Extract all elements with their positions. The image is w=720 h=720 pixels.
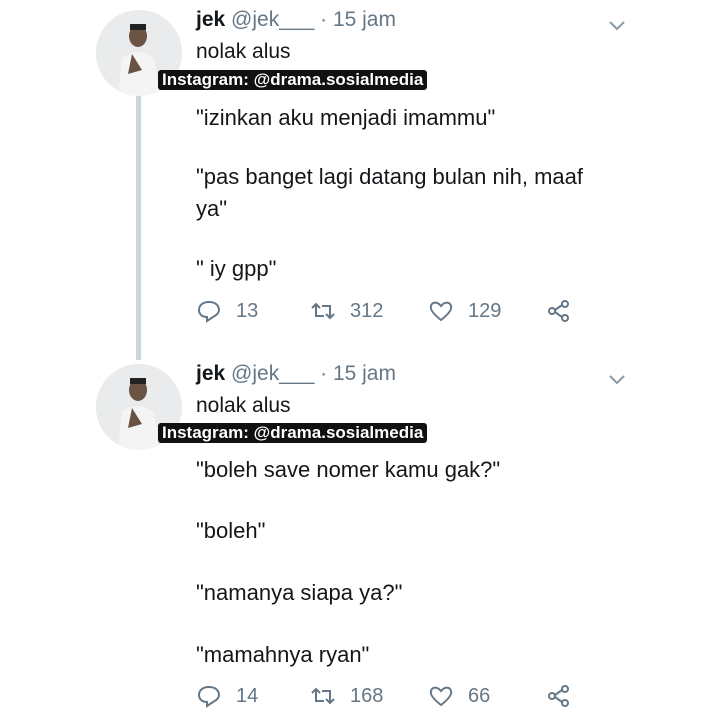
tweet-text-line: "mamahnya ryan" [196, 642, 370, 667]
reply-count: 14 [236, 684, 259, 707]
like-count: 129 [468, 299, 502, 322]
author-name[interactable]: jek [196, 8, 225, 31]
timestamp[interactable]: 15 jam [333, 8, 396, 31]
reply-count: 13 [236, 299, 259, 322]
watermark: Instagram: @drama.sosialmedia [158, 423, 428, 443]
tweet-header: jek @jek___ · 15 jam [196, 8, 396, 32]
tweet-text-line: "pas banget lagi datang bulan nih, maaf [196, 164, 583, 189]
author-handle[interactable]: @jek___ [231, 8, 314, 31]
tweet-subtitle: nolak alus [196, 394, 291, 417]
retweet-count: 312 [350, 299, 384, 322]
separator-dot: · [320, 362, 328, 385]
author-handle[interactable]: @jek___ [231, 362, 314, 385]
tweet-actions: 13 312 129 [196, 298, 586, 328]
share-icon [548, 300, 569, 322]
tweet-subtitle: nolak alus [196, 40, 291, 63]
thread-line [136, 92, 141, 360]
chevron-down-icon[interactable] [606, 368, 628, 390]
tweet-text-line: " iy gpp" [196, 256, 277, 281]
share-icon [548, 685, 569, 707]
retweet-button[interactable]: 312 [310, 298, 383, 324]
reply-icon [197, 685, 221, 708]
retweet-button[interactable]: 168 [310, 683, 383, 709]
chevron-down-icon[interactable] [606, 14, 628, 36]
like-count: 66 [468, 684, 491, 707]
author-name[interactable]: jek [196, 362, 225, 385]
share-button[interactable] [546, 683, 586, 709]
reply-button[interactable]: 14 [196, 683, 258, 709]
like-button[interactable]: 129 [428, 298, 501, 324]
tweet-1: jek @jek___ · 15 jam nolak alus Instagra… [0, 0, 720, 360]
retweet-count: 168 [350, 684, 384, 707]
tweet-text-line: "namanya siapa ya?" [196, 580, 403, 605]
watermark: Instagram: @drama.sosialmedia [158, 70, 428, 90]
like-button[interactable]: 66 [428, 683, 490, 709]
tweet-2: jek @jek___ · 15 jam nolak alus Instagra… [0, 354, 720, 720]
timestamp[interactable]: 15 jam [333, 362, 396, 385]
tweet-text-line: "boleh save nomer kamu gak?" [196, 457, 501, 482]
reply-icon [197, 300, 221, 323]
tweet-text-line: "izinkan aku menjadi imammu" [196, 105, 496, 130]
share-button[interactable] [546, 298, 586, 324]
separator-dot: · [320, 8, 328, 31]
tweet-text-line: "boleh" [196, 518, 266, 543]
tweet-header: jek @jek___ · 15 jam [196, 362, 396, 386]
heart-icon [429, 686, 453, 707]
tweet-actions: 14 168 66 [196, 683, 586, 713]
reply-button[interactable]: 13 [196, 298, 258, 324]
tweet-text-line: ya" [196, 196, 228, 221]
retweet-icon [311, 687, 335, 705]
retweet-icon [311, 302, 335, 320]
heart-icon [429, 301, 453, 322]
